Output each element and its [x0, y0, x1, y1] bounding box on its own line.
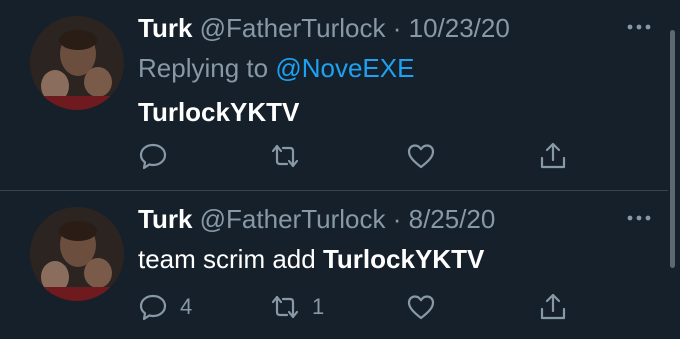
tweet-actions: 4 1 — [138, 287, 608, 327]
share-button[interactable] — [538, 287, 568, 327]
share-icon — [540, 293, 566, 320]
author-name[interactable]: Turk — [138, 204, 192, 234]
tweet-text: team scrim add TurlockYKTV — [138, 243, 484, 275]
more-icon[interactable] — [622, 201, 656, 235]
reply-count: 4 — [180, 294, 193, 319]
separator: · — [392, 13, 402, 43]
tweet-date[interactable]: 10/23/20 — [409, 13, 510, 43]
like-button[interactable] — [406, 136, 448, 176]
share-button[interactable] — [538, 136, 568, 176]
avatar[interactable] — [30, 207, 124, 301]
scrollbar[interactable] — [670, 30, 675, 268]
author-name[interactable]: Turk — [138, 13, 192, 43]
author-handle[interactable]: @FatherTurlock — [200, 204, 386, 234]
more-icon[interactable] — [622, 10, 656, 44]
tweet-actions — [138, 136, 608, 176]
avatar-photo — [30, 16, 124, 110]
tweet-header: Turk @FatherTurlock · 8/25/20 — [138, 203, 495, 235]
replying-mention-link[interactable]: @NoveEXE — [275, 53, 414, 83]
heart-icon — [407, 144, 435, 169]
separator: · — [392, 204, 402, 234]
author-handle[interactable]: @FatherTurlock — [200, 13, 386, 43]
reply-button[interactable]: 4 — [138, 287, 192, 327]
tweet-text: TurlockYKTV — [138, 97, 300, 127]
reply-button[interactable] — [138, 136, 180, 176]
reply-icon — [139, 294, 167, 321]
reply-icon — [139, 143, 167, 170]
tweet-header: Turk @FatherTurlock · 10/23/20 — [138, 12, 510, 44]
tweet-date[interactable]: 8/25/20 — [409, 204, 496, 234]
tweet-text-prefix: team scrim add — [138, 244, 316, 274]
avatar-photo — [30, 207, 124, 301]
tweet[interactable]: Turk @FatherTurlock · 10/23/20 Replying … — [0, 0, 668, 190]
heart-icon — [407, 295, 435, 320]
avatar[interactable] — [30, 16, 124, 110]
share-icon — [540, 142, 566, 169]
retweet-button[interactable]: 1 — [270, 287, 324, 327]
retweet-icon — [271, 295, 299, 319]
retweet-count: 1 — [312, 294, 325, 319]
retweet-button[interactable] — [270, 136, 312, 176]
like-button[interactable] — [406, 287, 448, 327]
tweet[interactable]: Turk @FatherTurlock · 8/25/20 team scrim… — [0, 191, 668, 339]
replying-to: Replying to @NoveEXE — [138, 52, 414, 84]
replying-prefix: Replying to — [138, 53, 269, 83]
tweet-text-bold: TurlockYKTV — [322, 244, 485, 274]
retweet-icon — [271, 144, 299, 168]
